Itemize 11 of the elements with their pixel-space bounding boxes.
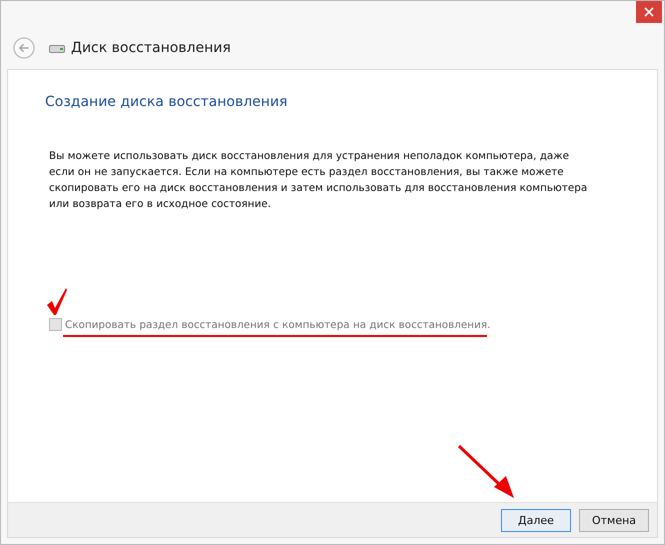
close-button[interactable] bbox=[636, 1, 662, 23]
close-icon bbox=[644, 7, 654, 17]
dialog-button[interactable]: Далее bbox=[501, 508, 571, 532]
back-button[interactable] bbox=[13, 37, 35, 59]
checkbox-label: Скопировать раздел восстановления с компьютера на диск восстановления. bbox=[65, 318, 490, 330]
description-text: Вы можете использовать диск восстановления для устранения неполадок компьютера, даже если он не запускается. Если на компьютере есть раздел восстановления, вы также можете скопировать его на диск восстановления и затем использовать для восстановления компьютера или возврата его в исходное состояние. bbox=[49, 149, 588, 212]
dialog-button[interactable]: Отмена bbox=[579, 508, 649, 532]
check-mark-annotation bbox=[46, 288, 68, 316]
page-heading: Создание диска восстановления bbox=[45, 94, 288, 110]
drive-icon bbox=[49, 43, 65, 53]
window-title: Диск восстановления bbox=[71, 40, 231, 56]
